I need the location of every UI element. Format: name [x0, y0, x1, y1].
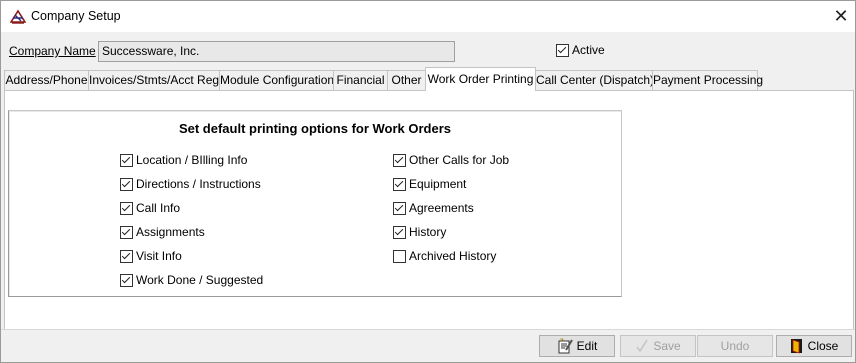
option-label: Visit Info: [136, 249, 182, 263]
tab-label: Financial: [336, 73, 385, 87]
close-button-label: Close: [807, 339, 839, 353]
tab-label: Payment Processing: [653, 73, 764, 87]
option-location-billing[interactable]: Location / BIlling Info: [120, 153, 247, 167]
door-exit-icon: [790, 338, 804, 354]
option-assignments[interactable]: Assignments: [120, 225, 205, 239]
active-checkbox-box[interactable]: [556, 43, 569, 57]
app-logo-icon: [9, 9, 27, 25]
footer-divider: [1, 329, 855, 330]
printing-options-heading: Set default printing options for Work Or…: [178, 121, 452, 136]
checkbox[interactable]: [393, 225, 406, 239]
edit-icon: [557, 338, 573, 354]
tab-label: Invoices/Stmts/Acct Reg: [89, 73, 220, 87]
checkbox[interactable]: [120, 201, 133, 215]
company-setup-window: Company Setup ✕ Company Name Successware…: [0, 0, 856, 363]
checkmark-icon: [635, 339, 649, 353]
tab-financial[interactable]: Financial: [333, 70, 388, 90]
company-name-field[interactable]: Successware, Inc.: [98, 41, 455, 62]
checkbox[interactable]: [393, 201, 406, 215]
checkbox[interactable]: [393, 249, 406, 263]
checkbox[interactable]: [393, 153, 406, 167]
tab-label: Work Order Printing: [427, 72, 534, 86]
option-label: History: [409, 225, 447, 239]
tab-label: Address/Phone: [5, 73, 88, 87]
printing-options-group: Set default printing options for Work Or…: [8, 110, 622, 297]
option-label: Location / BIlling Info: [136, 153, 248, 167]
checkbox[interactable]: [120, 153, 133, 167]
option-call-info[interactable]: Call Info: [120, 201, 180, 215]
company-name-label-text: Company Name: [9, 44, 96, 58]
checkbox[interactable]: [120, 177, 133, 191]
checkbox[interactable]: [120, 249, 133, 263]
save-button[interactable]: Save: [620, 335, 696, 357]
option-label: Call Info: [136, 201, 181, 215]
edit-button-label: Edit: [576, 339, 598, 353]
option-archived-history[interactable]: Archived History: [393, 249, 496, 263]
option-equipment[interactable]: Equipment: [393, 177, 466, 191]
option-history[interactable]: History: [393, 225, 446, 239]
undo-button-label: Undo: [720, 339, 750, 353]
tab-other[interactable]: Other: [387, 70, 426, 90]
checkbox[interactable]: [120, 273, 133, 287]
active-label: Active: [572, 43, 605, 57]
tab-label: Call Center (Dispatch): [536, 73, 655, 87]
option-label: Other Calls for Job: [409, 153, 510, 167]
option-label: Agreements: [409, 201, 474, 215]
title-bar: Company Setup ✕: [1, 1, 855, 32]
option-other-calls[interactable]: Other Calls for Job: [393, 153, 509, 167]
option-label: Assignments: [136, 225, 205, 239]
option-label: Directions / Instructions: [136, 177, 261, 191]
undo-button[interactable]: Undo: [697, 335, 773, 357]
checkbox[interactable]: [120, 225, 133, 239]
tab-invoices[interactable]: Invoices/Stmts/Acct Reg: [88, 70, 220, 90]
tab-payment-processing[interactable]: Payment Processing: [652, 70, 763, 90]
save-button-label: Save: [653, 339, 681, 353]
tab-work-order-printing[interactable]: Work Order Printing: [425, 67, 536, 91]
window-title: Company Setup: [31, 9, 121, 23]
company-name-label: Company Name: [9, 44, 96, 58]
option-directions[interactable]: Directions / Instructions: [120, 177, 261, 191]
tab-panel-work-order-printing: Set default printing options for Work Or…: [4, 90, 854, 330]
active-checkbox[interactable]: Active: [556, 43, 605, 57]
close-button[interactable]: Close: [776, 335, 852, 357]
tab-module-configuration[interactable]: Module Configuration: [219, 70, 334, 90]
tab-label: Other: [391, 73, 422, 87]
option-visit-info[interactable]: Visit Info: [120, 249, 182, 263]
tab-label: Module Configuration: [220, 73, 335, 87]
checkbox[interactable]: [393, 177, 406, 191]
option-label: Work Done / Suggested: [136, 273, 264, 287]
tab-address-phone[interactable]: Address/Phone: [4, 70, 89, 90]
close-window-icon[interactable]: ✕: [830, 5, 852, 27]
option-work-done[interactable]: Work Done / Suggested: [120, 273, 263, 287]
tab-call-center[interactable]: Call Center (Dispatch): [535, 70, 655, 90]
option-label: Archived History: [409, 249, 497, 263]
option-agreements[interactable]: Agreements: [393, 201, 474, 215]
option-label: Equipment: [409, 177, 467, 191]
edit-button[interactable]: Edit: [539, 335, 615, 357]
